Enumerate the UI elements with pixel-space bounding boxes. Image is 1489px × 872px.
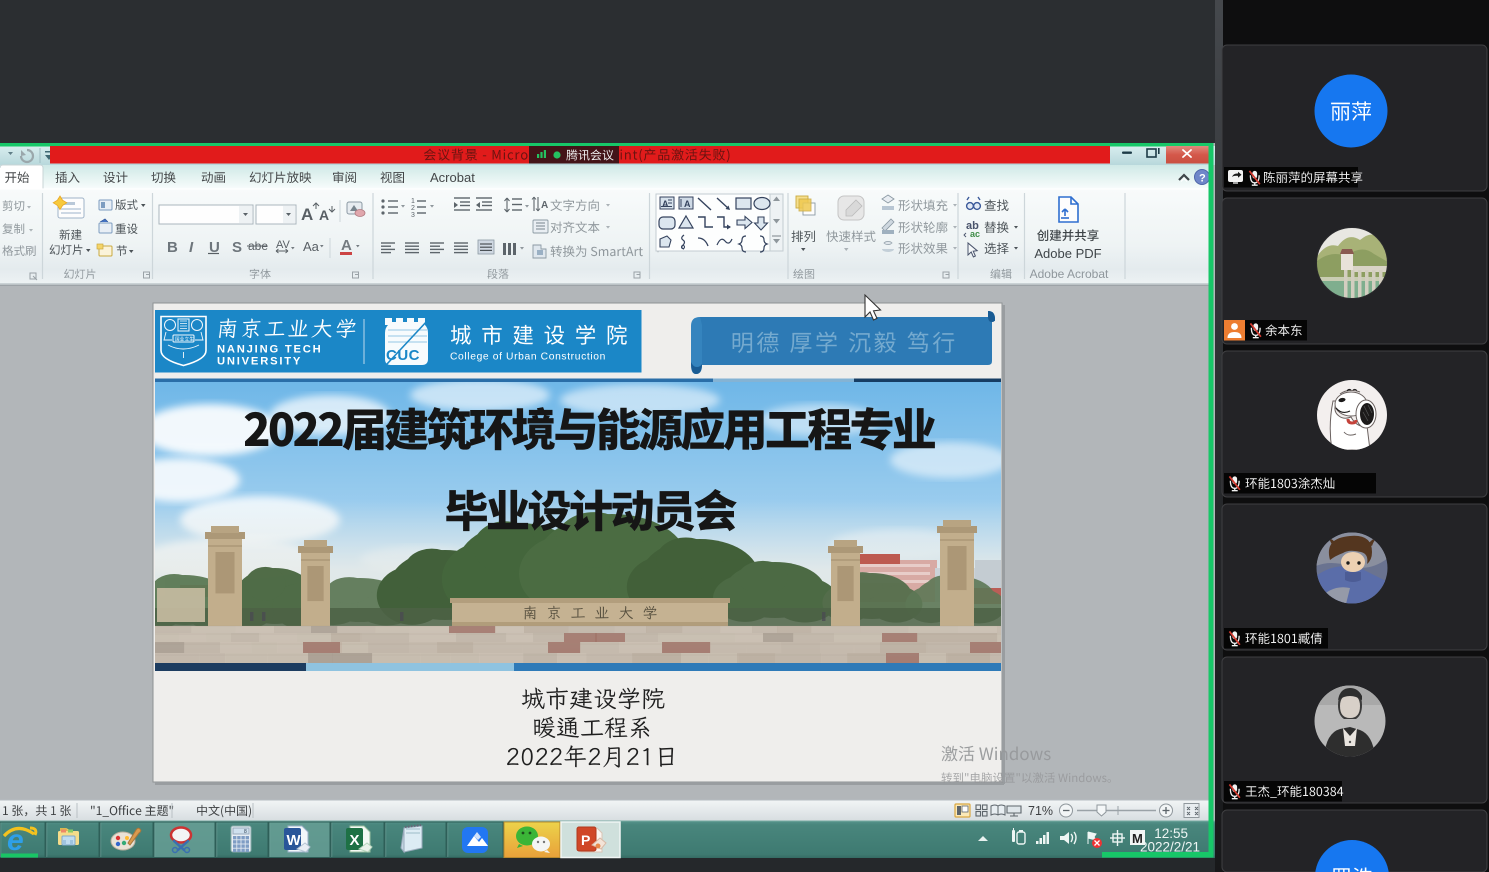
svg-text:UNIVERSITY: UNIVERSITY [217, 356, 302, 368]
svg-text:NANJING TECH: NANJING TECH [217, 344, 323, 356]
svg-text:2: 2 [411, 205, 415, 212]
svg-text:A: A [301, 205, 313, 224]
svg-text:B: B [167, 239, 178, 256]
svg-text:P: P [581, 832, 590, 848]
svg-text:Adobe PDF: Adobe PDF [1034, 246, 1101, 261]
svg-text:Acrobat: Acrobat [430, 170, 475, 185]
svg-text:W: W [287, 832, 302, 849]
svg-text:CUC: CUC [386, 347, 420, 364]
svg-text:Aa: Aa [303, 239, 320, 254]
svg-text:A: A [341, 237, 352, 254]
svg-text:71%: 71% [1028, 804, 1053, 818]
svg-text:A: A [662, 199, 669, 209]
svg-text:A: A [541, 200, 548, 211]
svg-text:A: A [684, 199, 691, 209]
svg-text:ac: ac [970, 229, 980, 239]
svg-text:8: 8 [244, 829, 247, 835]
svg-text:College of Urban Construction: College of Urban Construction [450, 352, 606, 363]
svg-text:3: 3 [411, 212, 415, 219]
svg-text:?: ? [1199, 173, 1206, 185]
svg-text:1: 1 [411, 198, 415, 205]
svg-text:Adobe Acrobat: Adobe Acrobat [1030, 267, 1109, 281]
svg-text:X: X [350, 832, 360, 849]
svg-text:S: S [232, 239, 242, 256]
svg-text:A: A [319, 207, 329, 223]
svg-text:国业立生: 国业立生 [175, 336, 194, 343]
